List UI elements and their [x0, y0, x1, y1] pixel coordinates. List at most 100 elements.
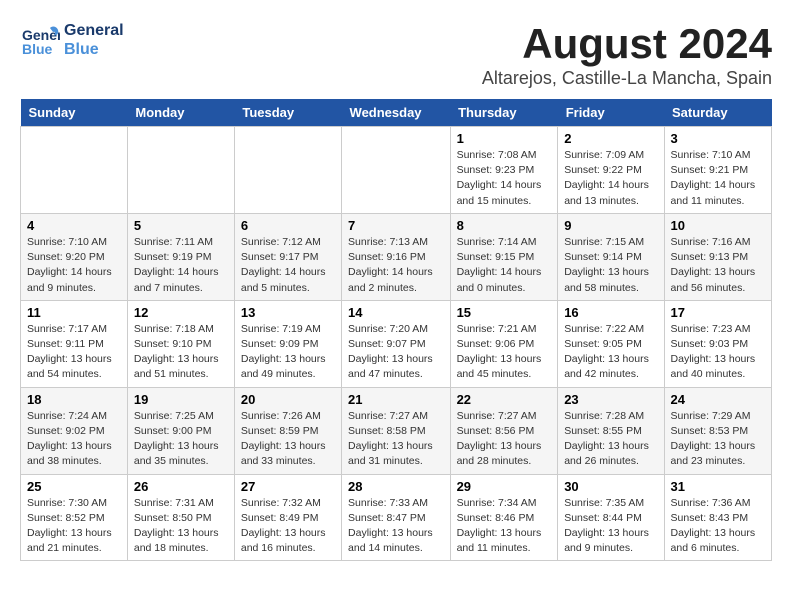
calendar-cell: 26 Sunrise: 7:31 AM Sunset: 8:50 PM Dayli… [127, 474, 234, 561]
calendar-cell: 24 Sunrise: 7:29 AM Sunset: 8:53 PM Dayli… [664, 387, 771, 474]
day-number: 12 [134, 305, 228, 320]
calendar-cell: 2Sunrise: 7:09 AM Sunset: 9:22 PM Daylig… [558, 127, 664, 214]
day-info: Sunrise: 7:32 AM Sunset: 8:49 PM Dayligh… [241, 496, 335, 557]
day-number: 7 [348, 218, 444, 233]
day-number: 24 [671, 392, 765, 407]
calendar-cell: 20 Sunrise: 7:26 AM Sunset: 8:59 PM Dayli… [234, 387, 341, 474]
day-number: 13 [241, 305, 335, 320]
day-number: 4 [27, 218, 121, 233]
calendar-cell: 18 Sunrise: 7:24 AM Sunset: 9:02 PM Dayli… [21, 387, 128, 474]
day-info: Sunrise: 7:27 AM Sunset: 8:56 PM Dayligh… [457, 409, 552, 470]
calendar-cell: 21 Sunrise: 7:27 AM Sunset: 8:58 PM Dayli… [342, 387, 451, 474]
day-info: Sunrise: 7:17 AM Sunset: 9:11 PM Dayligh… [27, 322, 121, 383]
col-monday: Monday [127, 99, 234, 127]
day-info: Sunrise: 7:28 AM Sunset: 8:55 PM Dayligh… [564, 409, 657, 470]
calendar-body: 1 Sunrise: 7:08 AM Sunset: 9:23 PM Daylig… [21, 127, 772, 561]
day-info: Sunrise: 7:23 AM Sunset: 9:03 PM Dayligh… [671, 322, 765, 383]
day-info: Sunrise: 7:29 AM Sunset: 8:53 PM Dayligh… [671, 409, 765, 470]
calendar-cell: 15Sunrise: 7:21 AM Sunset: 9:06 PM Dayli… [450, 300, 558, 387]
day-info: Sunrise: 7:22 AM Sunset: 9:05 PM Dayligh… [564, 322, 657, 383]
day-info: Sunrise: 7:35 AM Sunset: 8:44 PM Dayligh… [564, 496, 657, 557]
calendar-header-row: Sunday Monday Tuesday Wednesday Thursday… [21, 99, 772, 127]
calendar-table: Sunday Monday Tuesday Wednesday Thursday… [20, 99, 772, 561]
day-info: Sunrise: 7:08 AM Sunset: 9:23 PM Dayligh… [457, 148, 552, 209]
day-info: Sunrise: 7:26 AM Sunset: 8:59 PM Dayligh… [241, 409, 335, 470]
day-number: 11 [27, 305, 121, 320]
day-number: 31 [671, 479, 765, 494]
col-saturday: Saturday [664, 99, 771, 127]
calendar-cell: 29 Sunrise: 7:34 AM Sunset: 8:46 PM Dayli… [450, 474, 558, 561]
calendar-cell [234, 127, 341, 214]
svg-text:Blue: Blue [22, 41, 53, 57]
calendar-cell: 27 Sunrise: 7:32 AM Sunset: 8:49 PM Dayli… [234, 474, 341, 561]
day-info: Sunrise: 7:21 AM Sunset: 9:06 PM Dayligh… [457, 322, 552, 383]
day-number: 5 [134, 218, 228, 233]
calendar-week-row: 1 Sunrise: 7:08 AM Sunset: 9:23 PM Daylig… [21, 127, 772, 214]
calendar-cell: 16Sunrise: 7:22 AM Sunset: 9:05 PM Dayli… [558, 300, 664, 387]
calendar-cell: 1 Sunrise: 7:08 AM Sunset: 9:23 PM Daylig… [450, 127, 558, 214]
calendar-cell: 11 Sunrise: 7:17 AM Sunset: 9:11 PM Dayli… [21, 300, 128, 387]
calendar-cell: 3 Sunrise: 7:10 AM Sunset: 9:21 PM Daylig… [664, 127, 771, 214]
calendar-cell: 19Sunrise: 7:25 AM Sunset: 9:00 PM Dayli… [127, 387, 234, 474]
logo-general-text: General [64, 21, 124, 40]
day-info: Sunrise: 7:19 AM Sunset: 9:09 PM Dayligh… [241, 322, 335, 383]
day-number: 2 [564, 131, 657, 146]
day-number: 28 [348, 479, 444, 494]
day-number: 25 [27, 479, 121, 494]
calendar-cell: 8Sunrise: 7:14 AM Sunset: 9:15 PM Daylig… [450, 213, 558, 300]
col-friday: Friday [558, 99, 664, 127]
logo: General Blue General Blue [20, 20, 124, 60]
day-info: Sunrise: 7:31 AM Sunset: 8:50 PM Dayligh… [134, 496, 228, 557]
day-info: Sunrise: 7:30 AM Sunset: 8:52 PM Dayligh… [27, 496, 121, 557]
calendar-cell: 12 Sunrise: 7:18 AM Sunset: 9:10 PM Dayli… [127, 300, 234, 387]
day-number: 27 [241, 479, 335, 494]
month-title: August 2024 [482, 20, 772, 68]
calendar-cell: 14Sunrise: 7:20 AM Sunset: 9:07 PM Dayli… [342, 300, 451, 387]
logo-icon: General Blue [20, 20, 60, 60]
day-number: 29 [457, 479, 552, 494]
calendar-week-row: 4 Sunrise: 7:10 AM Sunset: 9:20 PM Daylig… [21, 213, 772, 300]
day-info: Sunrise: 7:36 AM Sunset: 8:43 PM Dayligh… [671, 496, 765, 557]
col-wednesday: Wednesday [342, 99, 451, 127]
page-header: General Blue General Blue August 2024 Al… [20, 20, 772, 89]
day-number: 17 [671, 305, 765, 320]
day-info: Sunrise: 7:27 AM Sunset: 8:58 PM Dayligh… [348, 409, 444, 470]
calendar-cell: 30 Sunrise: 7:35 AM Sunset: 8:44 PM Dayli… [558, 474, 664, 561]
day-number: 21 [348, 392, 444, 407]
day-info: Sunrise: 7:13 AM Sunset: 9:16 PM Dayligh… [348, 235, 444, 296]
day-number: 18 [27, 392, 121, 407]
calendar-cell: 6 Sunrise: 7:12 AM Sunset: 9:17 PM Daylig… [234, 213, 341, 300]
day-info: Sunrise: 7:24 AM Sunset: 9:02 PM Dayligh… [27, 409, 121, 470]
day-info: Sunrise: 7:18 AM Sunset: 9:10 PM Dayligh… [134, 322, 228, 383]
calendar-cell: 4 Sunrise: 7:10 AM Sunset: 9:20 PM Daylig… [21, 213, 128, 300]
day-info: Sunrise: 7:34 AM Sunset: 8:46 PM Dayligh… [457, 496, 552, 557]
logo-blue-text: Blue [64, 40, 124, 59]
calendar-cell: 5Sunrise: 7:11 AM Sunset: 9:19 PM Daylig… [127, 213, 234, 300]
day-number: 26 [134, 479, 228, 494]
day-number: 30 [564, 479, 657, 494]
calendar-cell: 23Sunrise: 7:28 AM Sunset: 8:55 PM Dayli… [558, 387, 664, 474]
day-info: Sunrise: 7:10 AM Sunset: 9:21 PM Dayligh… [671, 148, 765, 209]
day-number: 3 [671, 131, 765, 146]
title-area: August 2024 Altarejos, Castille-La Manch… [482, 20, 772, 89]
calendar-cell: 17 Sunrise: 7:23 AM Sunset: 9:03 PM Dayli… [664, 300, 771, 387]
calendar-cell [127, 127, 234, 214]
calendar-week-row: 11 Sunrise: 7:17 AM Sunset: 9:11 PM Dayli… [21, 300, 772, 387]
location-title: Altarejos, Castille-La Mancha, Spain [482, 68, 772, 89]
calendar-cell [342, 127, 451, 214]
calendar-week-row: 25 Sunrise: 7:30 AM Sunset: 8:52 PM Dayli… [21, 474, 772, 561]
calendar-cell: 28 Sunrise: 7:33 AM Sunset: 8:47 PM Dayli… [342, 474, 451, 561]
calendar-cell: 22Sunrise: 7:27 AM Sunset: 8:56 PM Dayli… [450, 387, 558, 474]
day-info: Sunrise: 7:14 AM Sunset: 9:15 PM Dayligh… [457, 235, 552, 296]
day-number: 1 [457, 131, 552, 146]
calendar-week-row: 18 Sunrise: 7:24 AM Sunset: 9:02 PM Dayli… [21, 387, 772, 474]
day-number: 6 [241, 218, 335, 233]
day-info: Sunrise: 7:10 AM Sunset: 9:20 PM Dayligh… [27, 235, 121, 296]
day-info: Sunrise: 7:33 AM Sunset: 8:47 PM Dayligh… [348, 496, 444, 557]
day-info: Sunrise: 7:12 AM Sunset: 9:17 PM Dayligh… [241, 235, 335, 296]
calendar-cell: 25 Sunrise: 7:30 AM Sunset: 8:52 PM Dayli… [21, 474, 128, 561]
col-tuesday: Tuesday [234, 99, 341, 127]
day-info: Sunrise: 7:25 AM Sunset: 9:00 PM Dayligh… [134, 409, 228, 470]
day-number: 20 [241, 392, 335, 407]
day-info: Sunrise: 7:15 AM Sunset: 9:14 PM Dayligh… [564, 235, 657, 296]
